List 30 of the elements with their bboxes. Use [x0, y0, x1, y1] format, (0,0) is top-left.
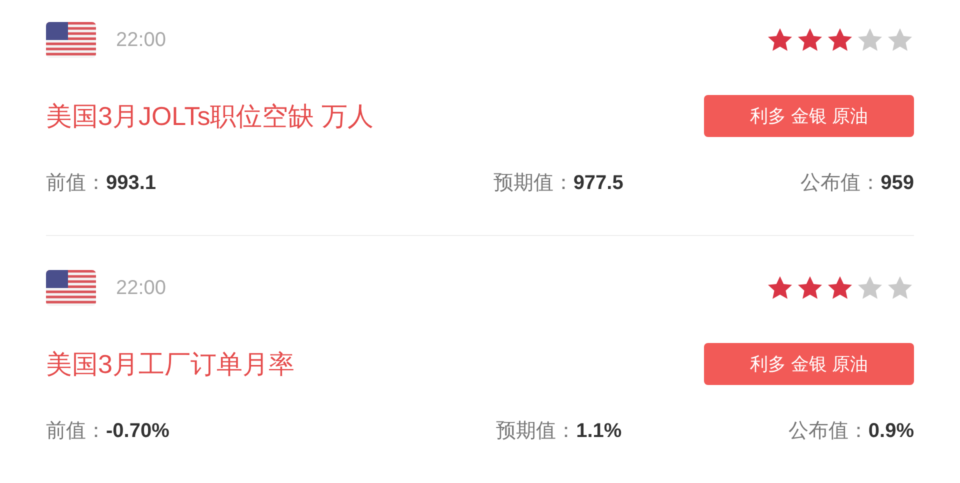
- event-title: 美国3月JOLTs职位空缺 万人: [46, 100, 374, 132]
- stat-value: -0.70%: [106, 419, 170, 444]
- stat-label: 预期值：: [493, 171, 574, 196]
- us-flag-icon: [46, 270, 96, 306]
- star-icon: [796, 274, 824, 302]
- star-icon: [856, 26, 884, 54]
- event-time: 22:00: [116, 276, 166, 301]
- stat-value: 1.1%: [576, 419, 622, 444]
- star-icon: [766, 274, 794, 302]
- stat-label: 前值：: [46, 419, 106, 444]
- event-title: 美国3月工厂订单月率: [46, 348, 294, 380]
- star-icon: [856, 274, 884, 302]
- stat-label: 公布值：: [788, 419, 868, 444]
- event-time: 22:00: [116, 28, 166, 53]
- stat-label: 预期值：: [496, 419, 576, 444]
- stat-value: 993.1: [106, 171, 156, 196]
- star-icon: [796, 26, 824, 54]
- stat-label: 前值：: [46, 171, 106, 196]
- star-icon: [886, 26, 914, 54]
- star-icon: [826, 26, 854, 54]
- stat-value: 0.9%: [868, 419, 914, 444]
- stat-value: 959: [880, 171, 914, 196]
- impact-tag: 利多 金银 原油: [704, 343, 914, 385]
- star-icon: [826, 274, 854, 302]
- stat-label: 公布值：: [800, 171, 881, 196]
- us-flag-icon: [46, 22, 96, 58]
- stat-value: 977.5: [573, 171, 624, 196]
- impact-tag: 利多 金银 原油: [704, 95, 914, 137]
- star-icon: [886, 274, 914, 302]
- star-icon: [766, 26, 794, 54]
